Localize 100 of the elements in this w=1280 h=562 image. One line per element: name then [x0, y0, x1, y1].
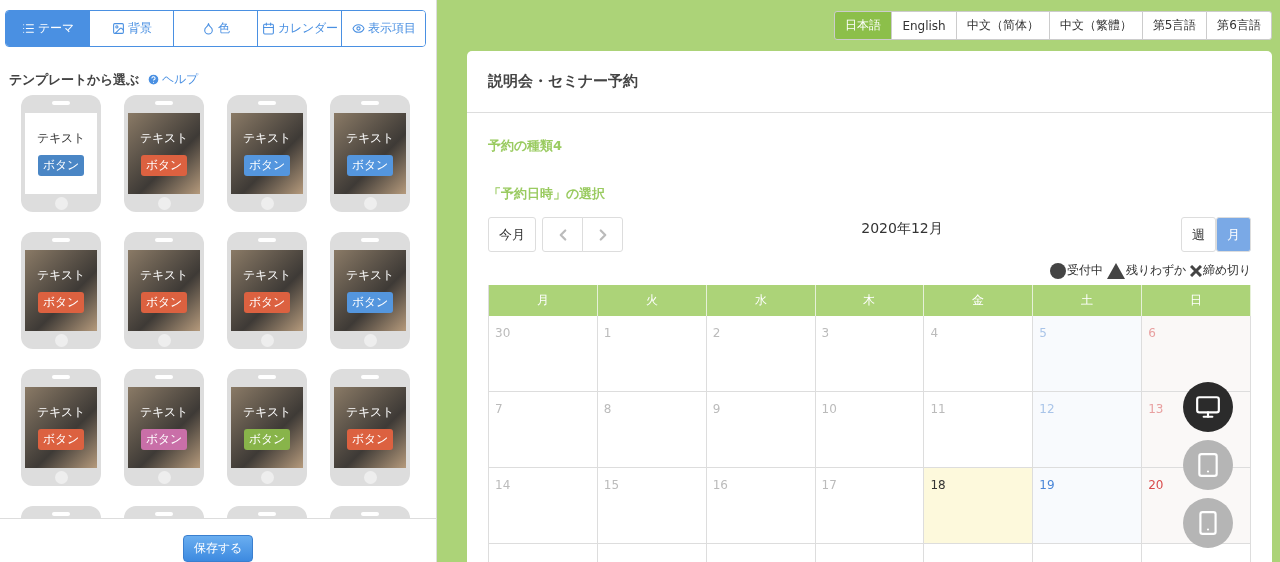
speaker-slot: [52, 237, 70, 242]
day-number: 2: [712, 326, 721, 340]
day-number: 20: [1148, 478, 1164, 492]
view-toggle[interactable]: 月: [1216, 217, 1251, 252]
language-tab[interactable]: English: [891, 11, 957, 40]
day-number: 18: [930, 478, 946, 492]
calendar-day[interactable]: 14: [489, 468, 598, 544]
calendar-day[interactable]: 4: [924, 316, 1034, 392]
weekday-header: 水: [706, 285, 816, 316]
language-tab[interactable]: 中文（简体）: [955, 11, 1050, 40]
sample-button: ボタン: [141, 429, 187, 451]
sample-text: テキスト: [140, 404, 188, 422]
speaker-slot: [258, 374, 276, 379]
calendar-day[interactable]: 7: [489, 392, 598, 468]
sample-text: テキスト: [346, 267, 394, 285]
day-number: 6: [1148, 326, 1156, 340]
template-card[interactable]: テキスト ボタン: [124, 94, 204, 212]
speaker-slot: [258, 511, 276, 516]
speaker-slot: [155, 511, 173, 516]
drop-icon: [201, 21, 215, 35]
triangle-icon: [1107, 262, 1125, 279]
next-button[interactable]: [582, 217, 623, 252]
sample-text: テキスト: [140, 130, 188, 148]
template-card[interactable]: テキスト ボタン: [227, 231, 307, 349]
legend-label: 残りわずか: [1126, 262, 1186, 279]
sample-button: ボタン: [244, 292, 290, 314]
day-number: 1: [603, 326, 612, 340]
speaker-slot: [361, 374, 379, 379]
sample-text: テキスト: [140, 267, 188, 285]
today-button[interactable]: 今月: [488, 217, 536, 252]
template-card[interactable]: テキスト ボタン: [21, 368, 101, 486]
day-number: 17: [821, 478, 837, 492]
template-card[interactable]: テキスト ボタン: [124, 368, 204, 486]
sample-text: テキスト: [243, 404, 291, 422]
template-card[interactable]: テキスト ボタン: [330, 231, 410, 349]
sample-button: ボタン: [244, 155, 290, 177]
sample-button: ボタン: [141, 292, 187, 314]
calendar-day[interactable]: 18: [924, 468, 1034, 544]
eye-icon: [351, 21, 365, 35]
template-card[interactable]: テキスト ボタン: [21, 231, 101, 349]
calendar-day[interactable]: 11: [924, 392, 1034, 468]
day-number: 12: [1039, 402, 1055, 416]
cross-icon: [1190, 264, 1202, 277]
sample-text: テキスト: [37, 130, 85, 148]
legend-label: 受付中: [1067, 262, 1103, 279]
section-heading: テンプレートから選ぶ: [9, 70, 139, 89]
calendar-day[interactable]: 9: [706, 392, 816, 468]
speaker-slot: [258, 237, 276, 242]
language-tab[interactable]: 中文（繁體）: [1048, 11, 1143, 40]
speaker-slot: [52, 100, 70, 105]
template-card[interactable]: テキスト ボタン: [330, 368, 410, 486]
sample-button: ボタン: [347, 292, 393, 314]
calendar-day[interactable]: 17: [815, 468, 925, 544]
calendar-day[interactable]: 30: [489, 316, 598, 392]
calendar-day[interactable]: 3: [815, 316, 925, 392]
template-card[interactable]: テキスト ボタン: [21, 94, 101, 212]
sample-text: テキスト: [37, 404, 85, 422]
previous-button[interactable]: [542, 217, 583, 252]
weekday-header: 金: [924, 285, 1034, 316]
speaker-slot: [361, 100, 379, 105]
day-number: 9: [712, 402, 721, 416]
day-number: 19: [1039, 478, 1055, 492]
calendar-icon: [261, 21, 275, 35]
settings-tab[interactable]: 表示項目: [341, 11, 425, 46]
tablet-icon: [1195, 452, 1221, 478]
day-number: 3: [821, 326, 830, 340]
save-button[interactable]: 保存する: [183, 535, 253, 562]
calendar-day[interactable]: 8: [597, 392, 707, 468]
calendar-day[interactable]: 19: [1033, 468, 1143, 544]
template-card[interactable]: テキスト ボタン: [330, 94, 410, 212]
day-number: 16: [712, 478, 728, 492]
circle-icon: [1050, 262, 1066, 279]
calendar-day[interactable]: 1: [597, 316, 707, 392]
language-tab[interactable]: 第5言語: [1141, 11, 1208, 40]
calendar-day[interactable]: 16: [706, 468, 816, 544]
template-card[interactable]: テキスト ボタン: [227, 368, 307, 486]
speaker-slot: [258, 100, 276, 105]
desktop-icon: [1195, 394, 1221, 420]
weekday-header: 土: [1033, 285, 1143, 316]
day-number: 4: [930, 326, 939, 340]
calendar-day[interactable]: 10: [815, 392, 925, 468]
help-link[interactable]: ヘルプ: [147, 71, 198, 89]
calendar-day[interactable]: 2: [706, 316, 816, 392]
sample-button: ボタン: [244, 429, 290, 451]
weekday-header: 木: [815, 285, 925, 316]
speaker-slot: [361, 511, 379, 516]
month-label: 2020年12月: [861, 220, 943, 238]
settings-tab[interactable]: テーマ: [6, 11, 89, 46]
sample-button: ボタン: [141, 155, 187, 177]
calendar-day[interactable]: 15: [597, 468, 707, 544]
language-tab[interactable]: 日本語: [834, 11, 893, 40]
legend-label: 締め切り: [1203, 262, 1251, 279]
language-tab[interactable]: 第6言語: [1206, 11, 1272, 40]
view-toggle[interactable]: 週: [1181, 217, 1216, 252]
speaker-slot: [155, 374, 173, 379]
template-card[interactable]: テキスト ボタン: [227, 94, 307, 212]
template-card[interactable]: テキスト ボタン: [124, 231, 204, 349]
calendar-day[interactable]: 6: [1142, 316, 1251, 392]
day-number: 14: [495, 478, 511, 492]
speaker-slot: [52, 374, 70, 379]
